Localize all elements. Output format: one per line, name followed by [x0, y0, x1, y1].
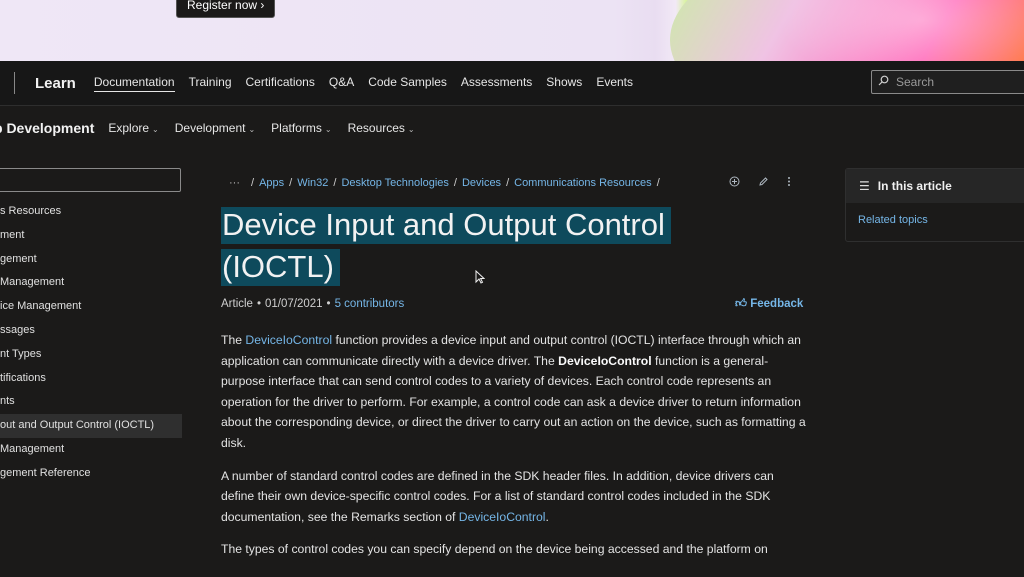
banner-graphic: [670, 0, 1024, 61]
chevron-right-icon: ›: [260, 0, 265, 12]
learn-brand-link[interactable]: Learn: [35, 75, 76, 92]
breadcrumb-devices[interactable]: Devices: [462, 177, 501, 189]
list-icon: ☰: [859, 179, 870, 193]
menu-label: Explore: [108, 121, 150, 135]
chevron-down-icon: ⌄: [248, 125, 256, 134]
nav-shows[interactable]: Shows: [546, 75, 582, 91]
article-meta: Article • 01/07/2021 • 5 contributors 👍︎…: [221, 297, 804, 311]
toc-item[interactable]: gement Reference: [0, 462, 182, 486]
breadcrumb-ellipsis[interactable]: ···: [229, 177, 240, 189]
menu-label: Development: [174, 121, 246, 135]
toc-item[interactable]: Management: [0, 271, 182, 295]
left-toc: s Resources ment gement Management ice M…: [0, 168, 190, 486]
paragraph-2: A number of standard control codes are d…: [221, 468, 774, 524]
nav-events[interactable]: Events: [596, 75, 633, 91]
nav-training[interactable]: Training: [189, 75, 232, 91]
toc-item[interactable]: s Resources: [0, 200, 182, 224]
deviceiocontrol-bold: DeviceIoControl: [558, 353, 652, 368]
menu-development[interactable]: Development ⌄: [175, 121, 255, 135]
in-this-article-panel: ☰ In this article Related topics: [845, 168, 1024, 242]
toc-item[interactable]: Management: [0, 438, 182, 462]
paragraph-3: The types of control codes you can speci…: [221, 542, 768, 557]
feedback-label: Feedback: [750, 298, 804, 310]
add-to-collection-icon[interactable]: [729, 176, 740, 190]
more-options-icon[interactable]: [787, 176, 791, 190]
mouse-cursor-icon: [475, 269, 486, 289]
search-box[interactable]: [871, 70, 1024, 94]
feedback-button[interactable]: 👍︎ Feedback: [735, 297, 803, 311]
toc-item[interactable]: ssages: [0, 319, 182, 343]
deviceiocontrol-link[interactable]: DeviceIoControl: [459, 510, 546, 524]
register-label: Register now: [187, 0, 258, 12]
nav-documentation[interactable]: Documentation: [93, 75, 175, 92]
nav-certifications[interactable]: Certifications: [246, 75, 315, 91]
product-title[interactable]: p Development: [0, 120, 94, 136]
breadcrumb-win32[interactable]: Win32: [297, 177, 328, 189]
toc-item[interactable]: ice Management: [0, 295, 182, 319]
promo-banner: Register now ›: [0, 0, 1024, 61]
menu-resources[interactable]: Resources ⌄: [348, 121, 415, 135]
menu-platforms[interactable]: Platforms ⌄: [271, 121, 331, 135]
breadcrumb-desktop-technologies[interactable]: Desktop Technologies: [341, 177, 448, 189]
nav-code-samples[interactable]: Code Samples: [368, 75, 447, 91]
page-title-line2: (IOCTL): [221, 249, 340, 286]
search-input[interactable]: [894, 74, 1024, 90]
register-now-button[interactable]: Register now ›: [176, 0, 276, 18]
nav-assessments[interactable]: Assessments: [461, 75, 532, 91]
toc-item[interactable]: gement: [0, 248, 182, 272]
thumbs-up-icon: 👍︎: [735, 298, 748, 310]
article-actions: [729, 176, 791, 190]
chevron-down-icon: ⌄: [324, 125, 332, 134]
related-topics-link[interactable]: Related topics: [858, 214, 1024, 226]
toc-item[interactable]: nt Types: [0, 343, 182, 367]
in-this-article-title: In this article: [877, 179, 952, 193]
contributors-link[interactable]: 5 contributors: [335, 298, 405, 310]
toc-item[interactable]: ment: [0, 224, 182, 248]
breadcrumb-communications-resources[interactable]: Communications Resources: [514, 177, 652, 189]
toc-item-active[interactable]: out and Output Control (IOCTL): [0, 414, 182, 438]
paragraph-1: The DeviceIoControl function provides a …: [221, 333, 806, 450]
breadcrumb-apps[interactable]: Apps: [259, 177, 284, 189]
menu-label: Resources: [347, 121, 405, 135]
toc-filter-input[interactable]: [0, 168, 181, 192]
article-type: Article: [221, 298, 253, 310]
article-date: 01/07/2021: [264, 298, 323, 310]
chevron-down-icon: ⌄: [407, 125, 415, 134]
menu-explore[interactable]: Explore ⌄: [108, 121, 158, 135]
page-title: Device Input and Output Control (IOCTL): [221, 204, 811, 288]
edit-pencil-icon[interactable]: [758, 176, 769, 190]
in-this-article-header: ☰ In this article: [846, 169, 1024, 203]
toc-item[interactable]: nts: [0, 390, 182, 414]
article-main: ··· / Apps / Win32 / Desktop Technologie…: [221, 168, 811, 560]
deviceiocontrol-link[interactable]: DeviceIoControl: [245, 333, 332, 347]
divider: [14, 72, 15, 94]
menu-label: Platforms: [271, 121, 322, 135]
search-icon: [878, 75, 894, 89]
breadcrumb: ··· / Apps / Win32 / Desktop Technologie…: [229, 177, 660, 189]
product-subnav: p Development Explore ⌄ Development ⌄ Plat…: [0, 106, 1024, 150]
page-title-line1: Device Input and Output Control: [221, 207, 671, 244]
toc-list: s Resources ment gement Management ice M…: [0, 200, 190, 486]
top-navigation: Learn Documentation Training Certificati…: [0, 61, 1024, 106]
nav-qa[interactable]: Q&A: [329, 75, 354, 91]
toc-item[interactable]: tifications: [0, 367, 182, 391]
chevron-down-icon: ⌄: [152, 125, 159, 134]
